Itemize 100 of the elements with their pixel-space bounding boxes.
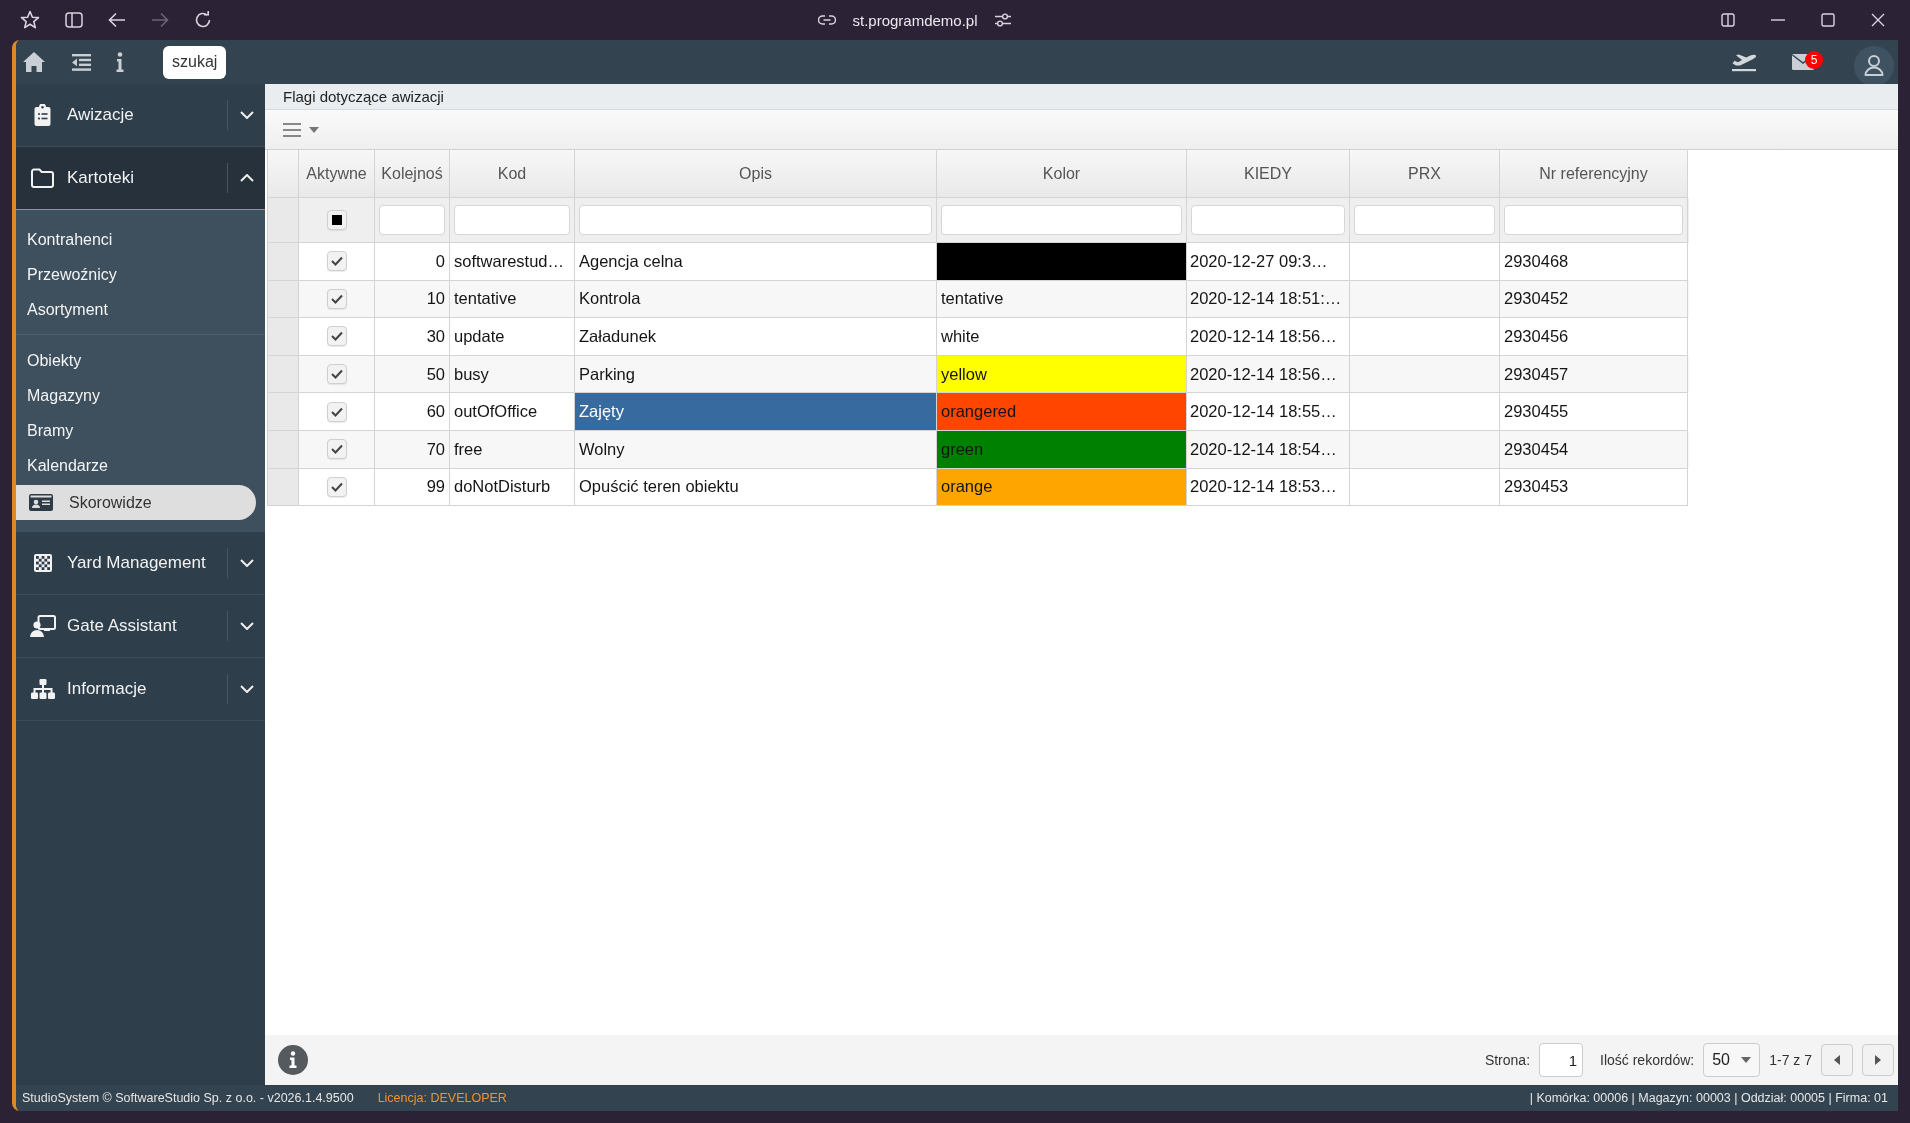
page-title: Flagi dotyczące awizacji xyxy=(265,84,1898,110)
header-cell[interactable]: KIEDY xyxy=(1187,150,1350,198)
checkbox[interactable] xyxy=(326,439,347,460)
caret-down-icon xyxy=(309,126,319,133)
airplane-icon[interactable] xyxy=(1731,52,1757,72)
table-cell: 30 xyxy=(375,318,450,356)
sidebar-item[interactable]: Skorowidze xyxy=(16,485,256,520)
caret-down-icon xyxy=(1741,1057,1752,1063)
table-cell: doNotDisturb xyxy=(450,468,575,507)
table-row[interactable]: 99 doNotDisturb Opuścić teren obiektu orange 2020-12-14 18:53… 2930453 xyxy=(268,468,1689,507)
sidebar-item[interactable]: Obiekty xyxy=(16,343,265,378)
sliders-icon[interactable] xyxy=(993,13,1012,27)
filter-field[interactable] xyxy=(941,205,1182,235)
maximize-icon[interactable] xyxy=(1821,13,1835,27)
folder-icon xyxy=(31,168,54,188)
next-page-button[interactable] xyxy=(1862,1044,1894,1076)
table-cell: 2930455 xyxy=(1500,393,1688,431)
checkbox[interactable] xyxy=(326,288,347,309)
sidebar-item[interactable]: Kalendarze xyxy=(16,448,265,483)
table-cell[interactable]: Opuścić teren obiektu xyxy=(575,468,937,507)
checkmark-icon xyxy=(330,369,343,380)
menu-icon xyxy=(283,122,301,137)
table-cell: 2020-12-14 18:53… xyxy=(1187,468,1350,507)
copyright-text: StudioSystem © SoftwareStudio Sp. z o.o. - v2026.1.4.9500 xyxy=(22,1091,354,1105)
header-cell[interactable]: Opis xyxy=(575,150,937,198)
table-cell: 2020-12-27 09:3… xyxy=(1187,243,1350,281)
table-cell: 60 xyxy=(375,393,450,431)
checkbox[interactable] xyxy=(326,476,347,497)
sidebar-item[interactable]: Magazyny xyxy=(16,378,265,413)
header-cell[interactable]: Kod xyxy=(450,150,575,198)
reload-icon[interactable] xyxy=(194,11,212,29)
table-cell[interactable]: Załadunek xyxy=(575,318,937,356)
table-cell: free xyxy=(450,430,575,469)
table-cell: 70 xyxy=(375,430,450,469)
filter-field[interactable] xyxy=(379,205,445,235)
table-cell[interactable]: Wolny xyxy=(575,430,937,469)
sidebar-section[interactable]: Yard Management xyxy=(16,532,265,595)
checkbox[interactable] xyxy=(326,251,347,272)
close-icon[interactable] xyxy=(1871,13,1885,27)
checkbox[interactable] xyxy=(326,401,347,422)
sidebar-item[interactable]: Bramy xyxy=(16,413,265,448)
header-cell[interactable]: PRX xyxy=(1350,150,1500,198)
previous-page-button[interactable] xyxy=(1821,1044,1853,1076)
table-cell: 2020-12-14 18:55… xyxy=(1187,393,1350,431)
table-cell[interactable]: Agencja celna xyxy=(575,243,937,281)
sitemap-icon xyxy=(30,679,55,699)
table-row[interactable]: 70 free Wolny green 2020-12-14 18:54… 2930454 xyxy=(268,430,1689,469)
outdent-icon[interactable] xyxy=(71,53,91,71)
chevron-down-icon xyxy=(240,622,254,630)
checkmark-icon xyxy=(330,481,343,492)
back-icon[interactable] xyxy=(108,12,126,28)
checkbox[interactable] xyxy=(326,326,347,347)
table-row[interactable]: 30 update Załadunek white 2020-12-14 18:56… 2930456 xyxy=(268,318,1689,356)
header-cell[interactable]: Kolor xyxy=(937,150,1187,198)
link-icon[interactable] xyxy=(818,15,837,25)
table-cell: update xyxy=(450,318,575,356)
presenter-icon xyxy=(29,615,56,637)
table-row[interactable]: 0 softwarestud… Agencja celna 2020-12-27 09:3… 2930468 xyxy=(268,243,1689,281)
header-cell[interactable]: Aktywne xyxy=(299,150,375,198)
checkmark-icon xyxy=(330,406,343,417)
search-button[interactable]: szukaj xyxy=(163,45,227,79)
chevron-up-icon xyxy=(240,174,254,182)
page-field[interactable]: 1 xyxy=(1539,1043,1584,1077)
user-icon[interactable] xyxy=(1854,46,1894,86)
info-icon[interactable] xyxy=(278,1045,308,1075)
table-cell: 2020-12-14 18:54… xyxy=(1187,430,1350,469)
sidebar-item[interactable]: Asortyment xyxy=(16,292,265,327)
star-icon[interactable] xyxy=(20,10,40,30)
table-row[interactable]: 50 busy Parking yellow 2020-12-14 18:56… 2930457 xyxy=(268,355,1689,394)
filter-field[interactable] xyxy=(579,205,932,235)
page-size-label: Ilość rekordów: xyxy=(1600,1052,1695,1068)
color-cell: orange xyxy=(937,468,1187,507)
filter-field[interactable] xyxy=(1191,205,1345,235)
header-cell[interactable]: Kolejnoś xyxy=(375,150,450,198)
context-info: | Komórka: 00006 | Magazyn: 00003 | Oddział: 00005 | Firma: 01 xyxy=(1529,1091,1888,1105)
color-cell: green xyxy=(937,430,1187,469)
home-icon[interactable] xyxy=(22,51,46,73)
page-size-dropdown[interactable]: 50 xyxy=(1703,1043,1761,1077)
filter-checkbox[interactable] xyxy=(326,210,347,230)
table-cell[interactable]: Zajęty xyxy=(575,393,937,431)
chevron-down-icon xyxy=(240,111,254,119)
checkmark-icon xyxy=(330,256,343,267)
filter-field[interactable] xyxy=(454,205,570,235)
address-text[interactable]: st.programdemo.pl xyxy=(852,11,978,29)
filter-field[interactable] xyxy=(1504,205,1683,235)
table-row[interactable]: 60 outOfOffice Zajęty orangered 2020-12-14 18:55… 2930455 xyxy=(268,393,1689,431)
sidebar-section[interactable]: Kartoteki xyxy=(16,147,265,210)
header-cell[interactable]: Nr referencyjny xyxy=(1500,150,1688,198)
sidebar-item[interactable]: Kontrahenci xyxy=(16,222,265,257)
table-row[interactable]: 10 tentative Kontrola tentative 2020-12-14 18:51:… 2930452 xyxy=(268,280,1689,319)
checkmark-icon xyxy=(330,444,343,455)
info-icon[interactable] xyxy=(116,52,124,72)
square-icon xyxy=(331,215,342,225)
sidebar-item[interactable]: Przewoźnicy xyxy=(16,257,265,292)
color-cell: orangered xyxy=(937,393,1187,431)
filter-field[interactable] xyxy=(1354,205,1495,235)
split-view-icon[interactable] xyxy=(1721,13,1735,27)
checkbox[interactable] xyxy=(326,364,347,385)
sidebar-icon[interactable] xyxy=(65,12,83,28)
table-cell: 2930453 xyxy=(1500,468,1688,507)
